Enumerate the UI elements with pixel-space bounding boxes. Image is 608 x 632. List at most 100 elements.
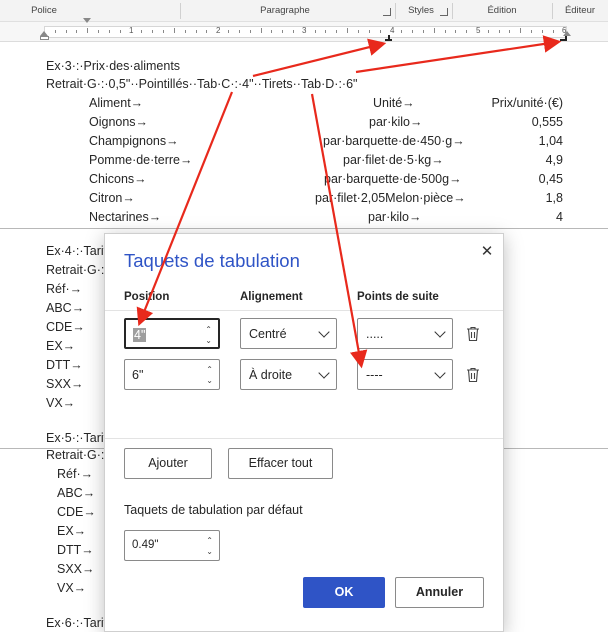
add-button[interactable]: Ajouter	[124, 448, 212, 479]
styles-dialog-launcher-icon[interactable]	[440, 8, 448, 16]
table-cell-unit: par·barquette·de·500g→	[324, 172, 462, 186]
ruler-number: 4	[390, 26, 395, 35]
ruler-tick	[173, 28, 175, 33]
ribbon-group-edition[interactable]: Édition	[452, 0, 552, 22]
ruler-tick	[466, 30, 468, 33]
ruler-tick	[520, 28, 522, 33]
ex4-title: Ex·4·:·Tarif	[46, 244, 108, 258]
default-tabs-input[interactable]: 0.49" ⌃ ⌄	[124, 530, 220, 561]
ruler-tick	[487, 30, 489, 33]
table-row: Chicons→ par·barquette·de·500g→ 0,45	[0, 170, 608, 189]
spin-up-icon[interactable]: ⌃	[206, 366, 213, 374]
delete-tab-icon[interactable]	[466, 367, 480, 383]
table-cell-food: Citron→	[89, 191, 135, 205]
ruler-tick	[249, 30, 251, 33]
spin-up-icon[interactable]: ⌃	[205, 326, 212, 334]
table-cell-price: 4,9	[545, 153, 563, 167]
column-header-position: Position	[124, 291, 170, 303]
ruler-tick	[238, 30, 240, 33]
table-row: Aliment→ Unité→ Prix/unité·(€)	[0, 94, 608, 113]
ruler-tick	[98, 30, 100, 33]
ruler-tick	[531, 30, 533, 33]
ruler-number: 1	[129, 26, 134, 35]
table-cell-price: 0,555	[531, 115, 563, 129]
left-indent-marker-icon[interactable]	[40, 36, 49, 40]
paragraph-dialog-launcher-icon[interactable]	[383, 8, 391, 16]
position-value: 4"	[133, 328, 147, 342]
first-line-indent-marker-icon[interactable]	[83, 18, 91, 23]
ruler-tick	[368, 30, 370, 33]
cancel-button[interactable]: Annuler	[395, 577, 484, 608]
ruler-tick	[455, 30, 457, 33]
leader-select-row-2[interactable]: ----	[357, 359, 453, 390]
ribbon-group-paragraphe[interactable]: Paragraphe	[180, 0, 390, 22]
list-item: ABC→	[57, 486, 96, 500]
ok-button[interactable]: OK	[303, 577, 385, 608]
ruler-number: 2	[216, 26, 221, 35]
position-input-row-1[interactable]: 4" ⌃ ⌄	[124, 318, 220, 349]
table-row: Oignons→ par·kilo→ 0,555	[0, 113, 608, 132]
list-item: Réf·→	[57, 467, 94, 481]
ex5-indent-note: Retrait·G·:	[46, 448, 105, 462]
spin-down-icon[interactable]: ⌄	[206, 377, 213, 385]
leader-select-row-1[interactable]: .....	[357, 318, 453, 349]
delete-tab-icon[interactable]	[466, 326, 480, 342]
table-cell-food: Chicons→	[89, 172, 147, 186]
right-indent-marker-icon[interactable]	[563, 31, 571, 36]
spin-up-icon[interactable]: ⌃	[206, 537, 213, 545]
dialog-title: Taquets de tabulation	[124, 250, 300, 271]
ruler-tick	[357, 30, 359, 33]
ruler-tick	[498, 30, 500, 33]
ruler-tick	[108, 30, 110, 33]
ruler-number: 5	[476, 26, 481, 35]
ruler-tick	[412, 30, 414, 33]
ruler-tick	[325, 30, 327, 33]
chevron-down-icon	[318, 367, 330, 379]
chevron-down-icon	[434, 367, 446, 379]
horizontal-ruler[interactable]: 1 2 3 4 5 6	[0, 22, 608, 42]
list-item: VX→	[46, 396, 76, 410]
ruler-tick	[282, 30, 284, 33]
ribbon-group-police[interactable]: Police	[0, 0, 88, 22]
spin-down-icon[interactable]: ⌄	[205, 337, 212, 345]
leader-value: .....	[366, 327, 384, 341]
table-cell-unit: par·kilo→	[368, 210, 422, 224]
ex3-title: Ex·3·:·Prix·des·aliments	[46, 59, 181, 73]
list-item: DTT→	[57, 543, 94, 557]
section-divider	[105, 438, 503, 439]
table-row: Pomme·de·terre→ par·filet·de·5·kg→ 4,9	[0, 151, 608, 170]
table-row: Nectarines→ par·kilo→ 4	[0, 208, 608, 227]
ruler-tick	[552, 30, 554, 33]
ruler-tick	[163, 30, 165, 33]
ruler-number: 3	[302, 26, 307, 35]
alignment-value: À droite	[249, 368, 293, 382]
table-cell-price: 1,8	[545, 191, 563, 205]
table-cell-price: 1,04	[538, 134, 563, 148]
list-item: SXX→	[46, 377, 84, 391]
list-item: DTT→	[46, 358, 83, 372]
spin-down-icon[interactable]: ⌄	[206, 548, 213, 556]
table-cell-unit: par·filet·de·5·kg→	[343, 153, 444, 167]
ruler-tick	[347, 28, 349, 33]
position-input-row-2[interactable]: 6" ⌃ ⌄	[124, 359, 220, 390]
clear-all-button[interactable]: Effacer tout	[228, 448, 333, 479]
alignment-select-row-2[interactable]: À droite	[240, 359, 337, 390]
alignment-select-row-1[interactable]: Centré	[240, 318, 337, 349]
ruler-tick	[433, 28, 435, 33]
ruler-tick	[379, 30, 381, 33]
table-cell-food: Aliment→	[89, 96, 144, 110]
ruler-tick	[422, 30, 424, 33]
ruler-tick	[314, 30, 316, 33]
close-icon[interactable]: ✕	[477, 242, 497, 262]
center-tab-stop-icon[interactable]	[385, 35, 392, 41]
ruler-tick	[260, 28, 262, 33]
list-item: CDE→	[46, 320, 85, 334]
leader-value: ----	[366, 368, 383, 382]
table-cell-unit: Unité→	[373, 96, 415, 110]
ribbon-group-editeur[interactable]: Éditeur	[552, 0, 608, 22]
ruler-tick	[141, 30, 143, 33]
table-cell-food: Champignons→	[89, 134, 179, 148]
ruler-tick	[228, 30, 230, 33]
table-cell-unit: par·kilo→	[369, 115, 423, 129]
page-break	[0, 228, 608, 229]
